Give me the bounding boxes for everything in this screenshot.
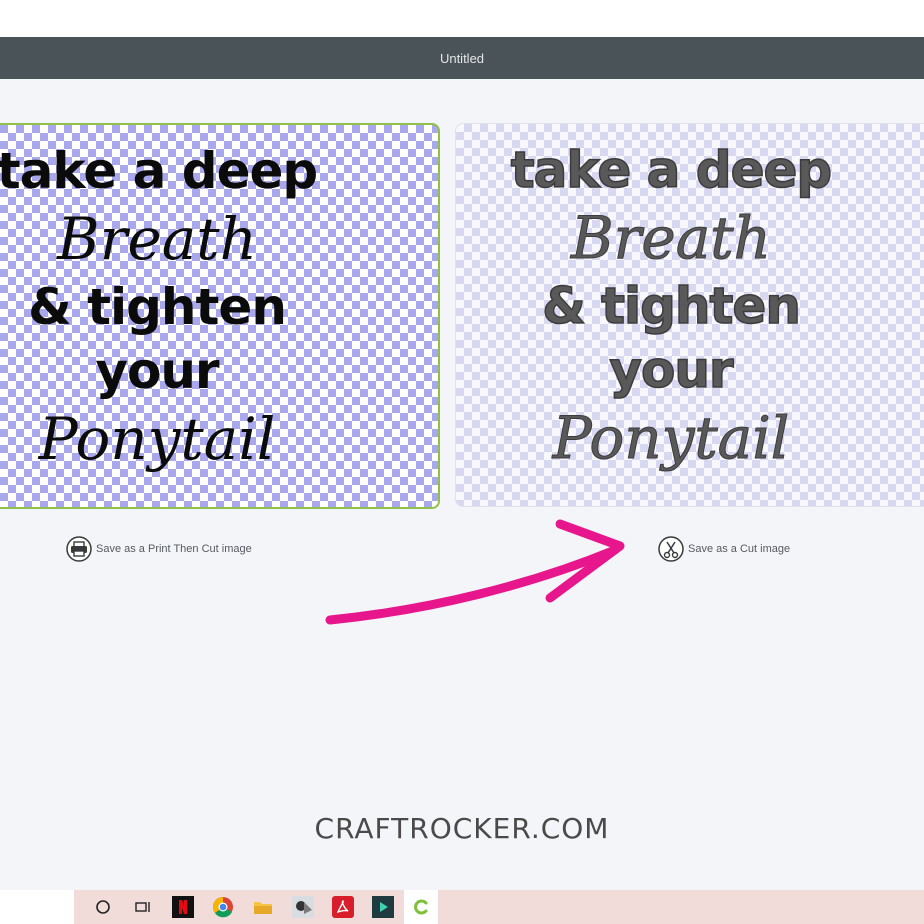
save-cut-option[interactable]: Save as a Cut image xyxy=(658,536,790,562)
printer-icon xyxy=(66,536,92,562)
file-explorer-icon[interactable] xyxy=(252,896,274,918)
cortana-icon[interactable] xyxy=(92,896,114,918)
scissors-icon xyxy=(658,536,684,562)
cricut-icon xyxy=(414,899,428,915)
cricut-app-button[interactable] xyxy=(404,890,438,924)
quote-line-2: Breath xyxy=(571,204,772,273)
quote-text: take a deep Breath & tighten your Ponyta… xyxy=(456,138,886,474)
save-print-then-cut-label: Save as a Print Then Cut image xyxy=(96,543,252,555)
window-title: Untitled xyxy=(439,50,485,66)
title-bar: Untitled xyxy=(0,37,924,79)
quote-line-4: your xyxy=(609,340,735,400)
netflix-icon[interactable] xyxy=(172,896,194,918)
top-margin xyxy=(0,0,924,37)
quote-line-4: your xyxy=(95,342,219,400)
chrome-icon[interactable] xyxy=(212,896,234,918)
acrobat-icon[interactable] xyxy=(332,896,354,918)
quote-line-1: take a deep xyxy=(510,140,833,200)
quote-line-3: & tighten xyxy=(541,276,801,336)
save-cut-label: Save as a Cut image xyxy=(688,543,791,555)
quote-line-5: Ponytail xyxy=(552,404,790,473)
quote-line-2: Breath xyxy=(57,205,257,273)
taskbar-search-box[interactable] xyxy=(0,890,74,924)
annotation-arrow xyxy=(325,519,625,625)
quote-line-5: Ponytail xyxy=(38,405,276,473)
cut-preview[interactable]: take a deep Breath & tighten your Ponyta… xyxy=(455,123,924,507)
site-watermark: CRAFTROCKER.COM xyxy=(314,812,610,845)
task-view-icon[interactable] xyxy=(132,896,154,918)
quote-line-1: take a deep xyxy=(0,142,318,200)
print-then-cut-preview[interactable]: take a deep Breath & tighten your Ponyta… xyxy=(0,123,440,509)
media-app-icon[interactable] xyxy=(372,896,394,918)
quote-text: take a deep Breath & tighten your Ponyta… xyxy=(0,139,328,475)
photo-app-icon[interactable] xyxy=(292,896,314,918)
save-print-then-cut-option[interactable]: Save as a Print Then Cut image xyxy=(66,536,252,562)
quote-line-3: & tighten xyxy=(28,278,287,336)
taskbar xyxy=(0,890,924,924)
